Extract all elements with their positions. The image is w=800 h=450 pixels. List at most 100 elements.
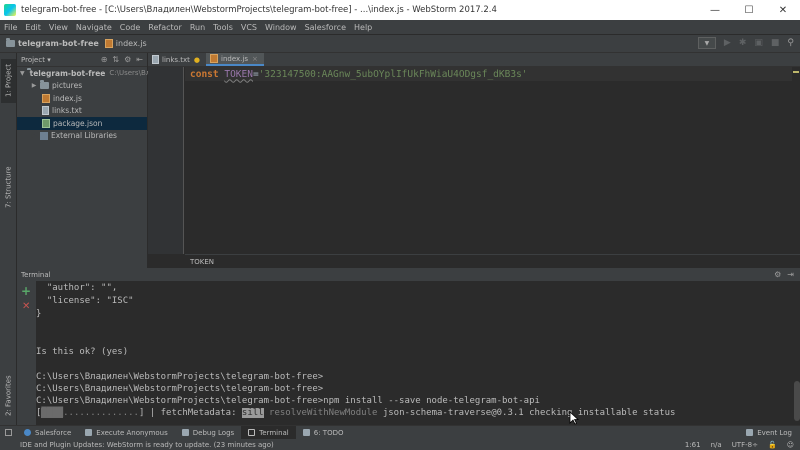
line-separator[interactable]: n/a bbox=[711, 441, 722, 449]
tab-index-js[interactable]: index.js × bbox=[206, 53, 264, 66]
menu-view[interactable]: View bbox=[45, 23, 72, 32]
new-session-icon[interactable]: + bbox=[21, 284, 31, 298]
chevron-down-icon: ▾ bbox=[47, 55, 51, 64]
stop-icon[interactable]: ■ bbox=[771, 38, 780, 48]
editor-area: links.txt ● index.js × const TOKEN = '32… bbox=[148, 53, 800, 268]
terminal-scrollbar[interactable] bbox=[794, 381, 800, 421]
window-controls: — ☐ ✕ bbox=[698, 0, 800, 20]
collapsed-arrow-icon[interactable]: ▶ bbox=[30, 82, 38, 89]
title-bar: telegram-bot-free - [C:\Users\Владилен\W… bbox=[0, 0, 800, 20]
run-icon[interactable]: ▶ bbox=[724, 38, 731, 48]
tab-structure-label: 7: Structure bbox=[4, 166, 13, 208]
hide-panel-icon[interactable]: ⇤ bbox=[136, 55, 143, 64]
json-file-icon bbox=[42, 118, 50, 128]
tool-execute-anonymous[interactable]: Execute Anonymous bbox=[78, 426, 175, 440]
progress-bar-rest: .............. bbox=[63, 408, 139, 418]
mouse-cursor-icon bbox=[569, 411, 579, 425]
tab-favorites-label: 2: Favorites bbox=[4, 375, 13, 417]
close-session-icon[interactable]: ✕ bbox=[22, 301, 30, 312]
tab-structure[interactable]: 7: Structure bbox=[1, 163, 16, 211]
inspector-icon[interactable]: ☺ bbox=[787, 441, 794, 449]
progress-step: resolveWithNewModule bbox=[263, 408, 378, 418]
code-line[interactable]: const TOKEN = '323147500:AAGnw_5ubOYplIf… bbox=[185, 67, 800, 81]
terminal-line: "author": "", bbox=[36, 283, 118, 293]
terminal-progress-line: [████..............] | fetchMetadata: si… bbox=[36, 407, 675, 419]
nav-project[interactable]: telegram-bot-free bbox=[18, 39, 99, 48]
terminal-line: "license": "ISC" bbox=[36, 296, 134, 306]
close-tab-icon[interactable]: ● bbox=[194, 56, 200, 64]
tool-label: Terminal bbox=[259, 428, 289, 437]
file-encoding[interactable]: UTF-8÷ bbox=[732, 441, 758, 449]
menu-run[interactable]: Run bbox=[186, 23, 209, 32]
debug-icon[interactable]: ✱ bbox=[739, 38, 747, 48]
project-view-selector[interactable]: Project ▾ bbox=[21, 56, 57, 64]
js-file-icon bbox=[210, 54, 218, 63]
salesforce-icon bbox=[24, 429, 31, 436]
tab-links-txt[interactable]: links.txt ● bbox=[148, 53, 206, 66]
menu-edit[interactable]: Edit bbox=[21, 23, 45, 32]
tree-item-label: telegram-bot-free bbox=[29, 68, 106, 78]
caret-position[interactable]: 1:61 bbox=[685, 441, 701, 449]
locate-icon[interactable]: ⊕ bbox=[101, 55, 108, 64]
js-file-icon bbox=[42, 93, 50, 103]
todo-icon bbox=[302, 429, 310, 436]
menu-code[interactable]: Code bbox=[116, 23, 144, 32]
run-toolbar: ▼ ▶ ✱ ▣ ■ ⚲ bbox=[697, 37, 794, 49]
menu-vcs[interactable]: VCS bbox=[237, 23, 261, 32]
gear-icon[interactable]: ⚙ bbox=[124, 55, 131, 64]
tree-item-links-txt[interactable]: links.txt bbox=[17, 105, 147, 118]
chevron-down-icon: ▼ bbox=[704, 39, 710, 47]
close-tab-icon[interactable]: × bbox=[252, 55, 258, 63]
tool-terminal[interactable]: Terminal bbox=[241, 425, 296, 440]
tree-item-label: links.txt bbox=[52, 106, 82, 116]
terminal-icon bbox=[248, 429, 256, 436]
tree-item-package-json[interactable]: package.json bbox=[17, 117, 147, 130]
expanded-arrow-icon[interactable]: ▼ bbox=[20, 70, 25, 77]
tree-item-external-libraries[interactable]: ▶ External Libraries bbox=[17, 130, 147, 143]
minimize-button[interactable]: — bbox=[698, 0, 732, 20]
breadcrumb-item[interactable]: TOKEN bbox=[190, 258, 214, 266]
menu-salesforce[interactable]: Salesforce bbox=[301, 23, 350, 32]
run-configuration-dropdown[interactable]: ▼ bbox=[697, 37, 716, 49]
editor-tabs: links.txt ● index.js × bbox=[148, 53, 800, 67]
nav-file[interactable]: index.js bbox=[116, 39, 147, 48]
execute-icon bbox=[85, 429, 93, 436]
tool-salesforce[interactable]: Salesforce bbox=[17, 426, 78, 440]
hide-panel-icon[interactable]: ⇥ bbox=[787, 270, 794, 279]
terminal-line: Is this ok? (yes) bbox=[36, 347, 129, 357]
navigation-bar: telegram-bot-free index.js ▼ ▶ ✱ ▣ ■ ⚲ bbox=[0, 35, 800, 53]
collapse-all-icon[interactable]: ⇅ bbox=[112, 55, 119, 64]
menu-help[interactable]: Help bbox=[350, 23, 376, 32]
gear-icon[interactable]: ⚙ bbox=[774, 270, 781, 279]
terminal-line: C:\Users\Владилен\WebstormProjects\teleg… bbox=[36, 384, 324, 394]
coverage-icon[interactable]: ▣ bbox=[754, 38, 763, 48]
menu-navigate[interactable]: Navigate bbox=[72, 23, 116, 32]
menu-file[interactable]: File bbox=[0, 23, 21, 32]
library-icon bbox=[40, 131, 48, 140]
status-message[interactable]: IDE and Plugin Updates: WebStorm is read… bbox=[0, 441, 274, 449]
event-log-icon bbox=[746, 429, 754, 436]
line-gutter bbox=[148, 67, 184, 254]
tool-label: Execute Anonymous bbox=[96, 428, 168, 437]
tree-item-index-js[interactable]: index.js bbox=[17, 92, 147, 105]
tool-debug-logs[interactable]: Debug Logs bbox=[175, 426, 241, 440]
tree-item-root[interactable]: ▼ telegram-bot-free C:\Users\Вл bbox=[17, 67, 150, 80]
menu-window[interactable]: Window bbox=[261, 23, 301, 32]
warning-mark[interactable] bbox=[793, 71, 799, 73]
menu-refactor[interactable]: Refactor bbox=[144, 23, 186, 32]
tab-project[interactable]: 1: Project bbox=[1, 59, 16, 103]
event-log-button[interactable]: Event Log bbox=[746, 429, 800, 437]
maximize-button[interactable]: ☐ bbox=[732, 0, 766, 20]
progress-detail: json-schema-traverse@0.3.1 checking inst… bbox=[377, 408, 676, 418]
tool-windows-icon[interactable] bbox=[0, 426, 17, 440]
lock-icon[interactable]: 🔓 bbox=[768, 441, 777, 449]
terminal-output[interactable]: "author": "", "license": "ISC" } Is this… bbox=[36, 281, 800, 425]
tree-item-pictures[interactable]: ▶ pictures bbox=[17, 80, 147, 93]
tool-todo[interactable]: 6: TODO bbox=[296, 426, 351, 440]
folder-icon bbox=[6, 38, 15, 47]
progress-bar-filled: ████ bbox=[41, 408, 64, 418]
menu-tools[interactable]: Tools bbox=[209, 23, 237, 32]
close-window-button[interactable]: ✕ bbox=[766, 0, 800, 20]
tab-favorites[interactable]: 2: Favorites bbox=[1, 371, 16, 421]
search-everywhere-icon[interactable]: ⚲ bbox=[787, 38, 794, 48]
